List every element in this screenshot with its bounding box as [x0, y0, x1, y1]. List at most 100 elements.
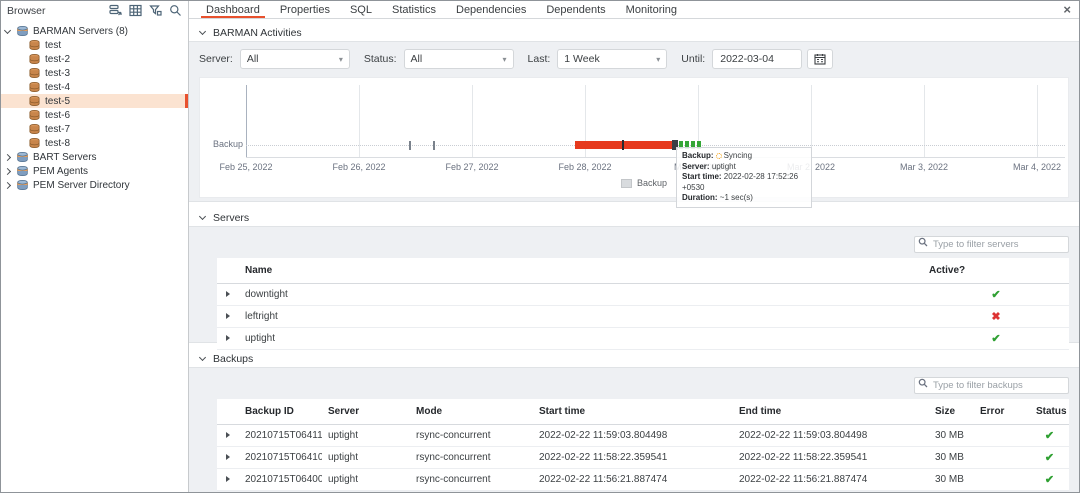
search-icon[interactable]: [166, 3, 184, 18]
backup-event-divider: [622, 140, 624, 150]
tab-dashboard[interactable]: Dashboard: [196, 1, 270, 18]
expand-row-icon[interactable]: [226, 454, 230, 460]
expand-row-icon[interactable]: [226, 313, 230, 319]
section-title: Servers: [213, 212, 249, 224]
timeline-baseline: [246, 157, 1065, 158]
backup-id-cell: 20210715T064112: [239, 425, 322, 447]
legend-item-backup[interactable]: Backup: [621, 178, 667, 188]
column-header-backup-id: Backup ID: [239, 399, 322, 425]
backup-mode-cell: rsync-concurrent: [410, 425, 533, 447]
section-title: Backups: [213, 353, 253, 365]
chevron-right-icon[interactable]: [4, 167, 11, 174]
table-row-backup-3[interactable]: 20210715T064008 uptight rsync-concurrent…: [217, 469, 1069, 491]
backups-filter-wrap: [199, 375, 1069, 392]
tooltip-value: uptight: [712, 162, 736, 171]
servers-header[interactable]: Servers: [189, 209, 1079, 226]
tree-item-test-8[interactable]: test-8: [1, 136, 188, 150]
until-date-input[interactable]: [712, 49, 802, 69]
backup-start-cell: 2022-02-22 11:59:03.804498: [533, 425, 733, 447]
tab-sql[interactable]: SQL: [340, 1, 382, 18]
timeline-gridline: [1037, 85, 1038, 157]
chevron-down-icon: ▾: [656, 55, 660, 64]
tree-item-test-5[interactable]: test-5: [1, 94, 188, 108]
tree-item-label: test-3: [45, 68, 70, 79]
servers-table-header-row: Name Active?: [217, 258, 1069, 284]
backups-table-header-row: Backup ID Server Mode Start time End tim…: [217, 399, 1069, 425]
tree-item-test-7[interactable]: test-7: [1, 122, 188, 136]
tab-bar: Dashboard Properties SQL Statistics Depe…: [189, 1, 1079, 19]
server-stack-icon[interactable]: [106, 3, 124, 18]
last-filter-select[interactable]: 1 Week ▾: [557, 49, 667, 69]
tab-properties[interactable]: Properties: [270, 1, 340, 18]
tooltip-label: Start time:: [682, 172, 722, 181]
chevron-right-icon[interactable]: [4, 181, 11, 188]
backup-size-cell: 30 MB: [929, 447, 974, 469]
tab-statistics[interactable]: Statistics: [382, 1, 446, 18]
tab-dependents[interactable]: Dependents: [536, 1, 615, 18]
timeline-row-label: Backup: [213, 139, 243, 149]
tree-item-test-4[interactable]: test-4: [1, 80, 188, 94]
calendar-button[interactable]: [807, 49, 833, 69]
section-servers: Servers Name: [189, 209, 1079, 343]
x-axis-label: Feb 27, 2022: [445, 162, 498, 172]
tab-monitoring[interactable]: Monitoring: [616, 1, 687, 18]
backup-id-cell: 20210715T064106: [239, 447, 322, 469]
server-group-icon: [16, 25, 29, 37]
server-filter-value: All: [247, 53, 259, 65]
backup-event-tick[interactable]: [409, 141, 411, 150]
backup-server-cell: uptight: [322, 447, 410, 469]
table-row-downtight[interactable]: downtight ✔: [217, 284, 1069, 306]
chevron-right-icon[interactable]: [4, 153, 11, 160]
backup-failed-bar[interactable]: [575, 141, 673, 149]
chevron-down-icon: ▾: [339, 55, 343, 64]
timeline-gridline: [472, 85, 473, 157]
tree-node-bart-servers[interactable]: BART Servers: [1, 150, 188, 164]
tree-item-test-6[interactable]: test-6: [1, 108, 188, 122]
chevron-down-icon[interactable]: [4, 26, 11, 33]
backup-event-tick[interactable]: [433, 141, 435, 150]
barman-server-icon: [28, 81, 41, 93]
x-axis-label: Mar 4, 2022: [1013, 162, 1061, 172]
expand-row-icon[interactable]: [226, 476, 230, 482]
table-row-backup-1[interactable]: 20210715T064112 uptight rsync-concurrent…: [217, 425, 1069, 447]
chevron-down-icon[interactable]: [199, 354, 206, 361]
tree-item-test-2[interactable]: test-2: [1, 52, 188, 66]
table-row-leftright[interactable]: leftright ✖: [217, 306, 1069, 328]
close-icon[interactable]: ×: [1063, 3, 1071, 16]
expand-row-icon[interactable]: [226, 335, 230, 341]
barman-activities-timeline: Backup Feb 25, 2022 Feb 26, 2022 Feb 27,…: [199, 77, 1069, 198]
status-filter-select[interactable]: All ▾: [404, 49, 514, 69]
servers-filter-input[interactable]: [914, 236, 1069, 253]
tree-node-barman-servers[interactable]: BARMAN Servers (8): [1, 24, 188, 38]
filter-icon[interactable]: [146, 3, 164, 18]
status-filter-value: All: [411, 53, 423, 65]
column-header-end-time: End time: [733, 399, 929, 425]
tree-item-test-3[interactable]: test-3: [1, 66, 188, 80]
expand-row-icon[interactable]: [226, 432, 230, 438]
servers-body: Name Active? downtight ✔: [189, 226, 1079, 343]
backup-server-cell: uptight: [322, 425, 410, 447]
chevron-down-icon[interactable]: [199, 28, 206, 35]
tree-item-test[interactable]: test: [1, 38, 188, 52]
tree-node-pem-agents[interactable]: PEM Agents: [1, 164, 188, 178]
server-filter-select[interactable]: All ▾: [240, 49, 350, 69]
table-row-uptight[interactable]: uptight ✔: [217, 328, 1069, 350]
section-barman-activities: BARMAN Activities Server: All ▾ Status: …: [189, 24, 1079, 202]
chevron-down-icon[interactable]: [199, 213, 206, 220]
barman-server-icon: [28, 137, 41, 149]
barman-activities-header[interactable]: BARMAN Activities: [189, 24, 1079, 41]
grid-icon[interactable]: [126, 3, 144, 18]
table-row-backup-2[interactable]: 20210715T064106 uptight rsync-concurrent…: [217, 447, 1069, 469]
x-axis-label: Feb 28, 2022: [558, 162, 611, 172]
barman-server-icon: [28, 123, 41, 135]
backups-header[interactable]: Backups: [189, 350, 1079, 367]
tree-node-pem-server-directory[interactable]: PEM Server Directory: [1, 178, 188, 192]
backups-filter-input[interactable]: [914, 377, 1069, 394]
tree-item-label: test-4: [45, 82, 70, 93]
tab-dependencies[interactable]: Dependencies: [446, 1, 536, 18]
backup-error-cell: [974, 425, 1030, 447]
barman-server-icon: [28, 67, 41, 79]
expand-row-icon[interactable]: [226, 291, 230, 297]
server-group-icon: [16, 179, 29, 191]
backup-size-cell: 30 MB: [929, 469, 974, 491]
